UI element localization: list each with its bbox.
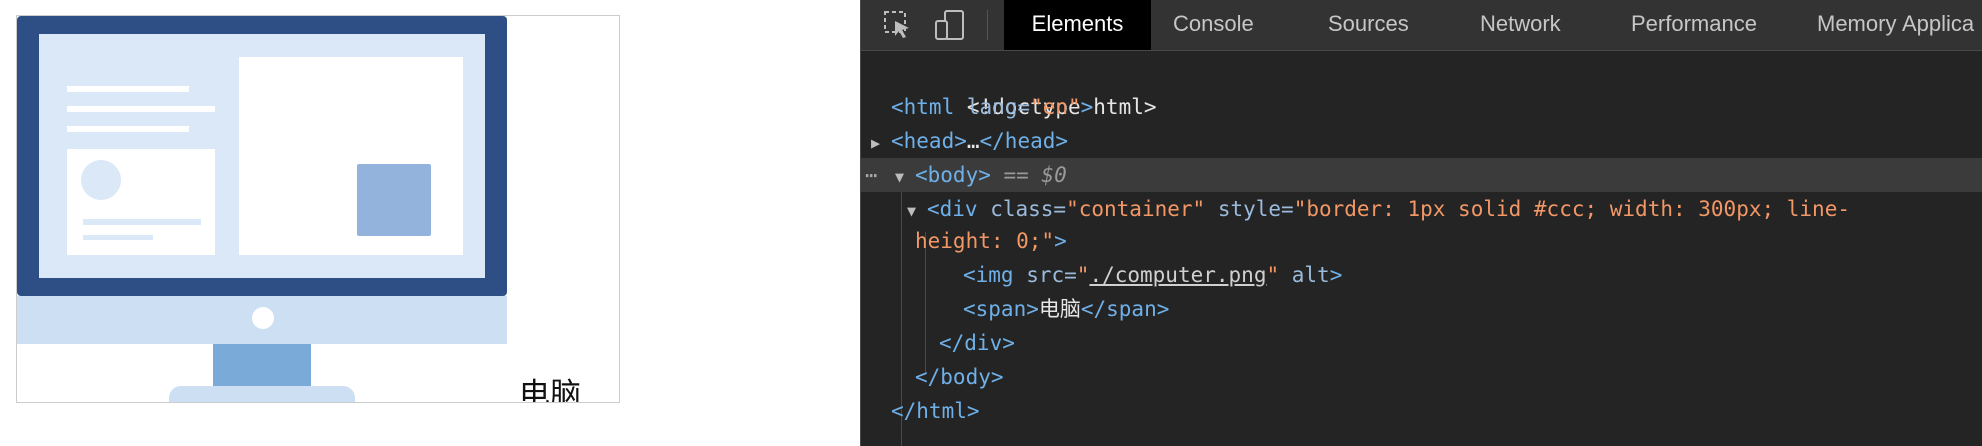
span-close-tag: </span> bbox=[1080, 297, 1170, 321]
dom-node-div-continued[interactable]: height: 0;"> bbox=[915, 224, 1067, 258]
device-toolbar-icon[interactable] bbox=[935, 10, 965, 40]
selected-marker: == $0 bbox=[990, 163, 1067, 187]
attr-name: lang= bbox=[954, 95, 1031, 119]
expand-triangle-icon[interactable]: ▶ bbox=[871, 126, 891, 160]
attr-name: style= bbox=[1205, 197, 1294, 221]
img-tag: <img bbox=[963, 263, 1014, 287]
collapsed-ellipsis: … bbox=[966, 129, 980, 153]
dom-node-html[interactable]: <html lang="en"> bbox=[891, 90, 1093, 124]
attr-quote: " bbox=[1266, 263, 1280, 287]
attr-value: "container" bbox=[1066, 197, 1206, 221]
devtools-panel: Elements Console Sources Network Perform… bbox=[860, 0, 1982, 446]
tab-network[interactable]: Network bbox=[1480, 0, 1561, 50]
span-tag: <span> bbox=[963, 297, 1039, 321]
attr-name: alt bbox=[1279, 263, 1330, 287]
span-text: 电脑 bbox=[1038, 297, 1081, 321]
collapse-triangle-icon[interactable]: ▼ bbox=[907, 194, 927, 228]
dom-node-head[interactable]: ▶ <head>…</head> bbox=[871, 124, 1068, 158]
dom-node-img[interactable]: <img src="./computer.png" alt> bbox=[963, 258, 1342, 292]
more-options-icon[interactable]: ⋯ bbox=[865, 158, 877, 192]
tab-application[interactable]: Applica bbox=[1902, 0, 1974, 50]
toolbar-separator bbox=[987, 10, 988, 40]
dom-node-html-close[interactable]: </html> bbox=[891, 394, 980, 428]
head-tag: <head> bbox=[891, 129, 967, 153]
computer-caption: 电脑 bbox=[519, 377, 581, 403]
dom-node-doctype[interactable]: <!doctype html> bbox=[891, 56, 1157, 119]
tag-bracket: > bbox=[1329, 263, 1343, 287]
tab-sources[interactable]: Sources bbox=[1328, 0, 1409, 50]
inspect-element-icon[interactable] bbox=[883, 10, 913, 40]
head-close-tag: </head> bbox=[979, 129, 1069, 153]
div-tag: <div bbox=[927, 197, 978, 221]
container-div: 电脑 bbox=[16, 15, 620, 403]
devtools-toolbar: Elements Console Sources Network Perform… bbox=[861, 0, 1982, 51]
collapse-triangle-icon[interactable]: ▼ bbox=[895, 160, 915, 194]
attr-value: "border: 1px solid #ccc; width: 300px; l… bbox=[1293, 197, 1850, 221]
html-close-tag: </html> bbox=[891, 399, 980, 423]
dom-node-div[interactable]: ▼ <div class="container" style="border: 1… bbox=[907, 192, 1850, 226]
attr-name: src= bbox=[1013, 263, 1077, 287]
dom-node-div-close[interactable]: </div> bbox=[939, 326, 1015, 360]
dom-node-span[interactable]: <span>电脑</span> bbox=[963, 292, 1169, 326]
tab-performance[interactable]: Performance bbox=[1631, 0, 1757, 50]
html-tag: <html bbox=[891, 95, 955, 119]
attr-value: height: 0;" bbox=[915, 229, 1055, 253]
tab-memory[interactable]: Memory bbox=[1817, 0, 1896, 50]
body-tag: <body> bbox=[915, 163, 991, 187]
div-close-tag: </div> bbox=[939, 331, 1015, 355]
dom-node-body-selected[interactable]: ⋯ ▼ <body> == $0 bbox=[861, 158, 1982, 192]
attr-quote: " bbox=[1076, 263, 1090, 287]
attr-name: class= bbox=[977, 197, 1067, 221]
tab-elements[interactable]: Elements bbox=[1004, 0, 1151, 50]
body-close-tag: </body> bbox=[915, 365, 1004, 389]
img-src-link[interactable]: ./computer.png bbox=[1089, 263, 1266, 287]
tag-bracket: > bbox=[1080, 95, 1094, 119]
dom-node-body-close[interactable]: </body> bbox=[915, 360, 1004, 394]
computer-image bbox=[17, 16, 507, 402]
tag-bracket: > bbox=[1054, 229, 1067, 253]
attr-value: "en" bbox=[1030, 95, 1081, 119]
page-preview: 电脑 bbox=[0, 0, 860, 446]
tab-console[interactable]: Console bbox=[1173, 0, 1254, 50]
